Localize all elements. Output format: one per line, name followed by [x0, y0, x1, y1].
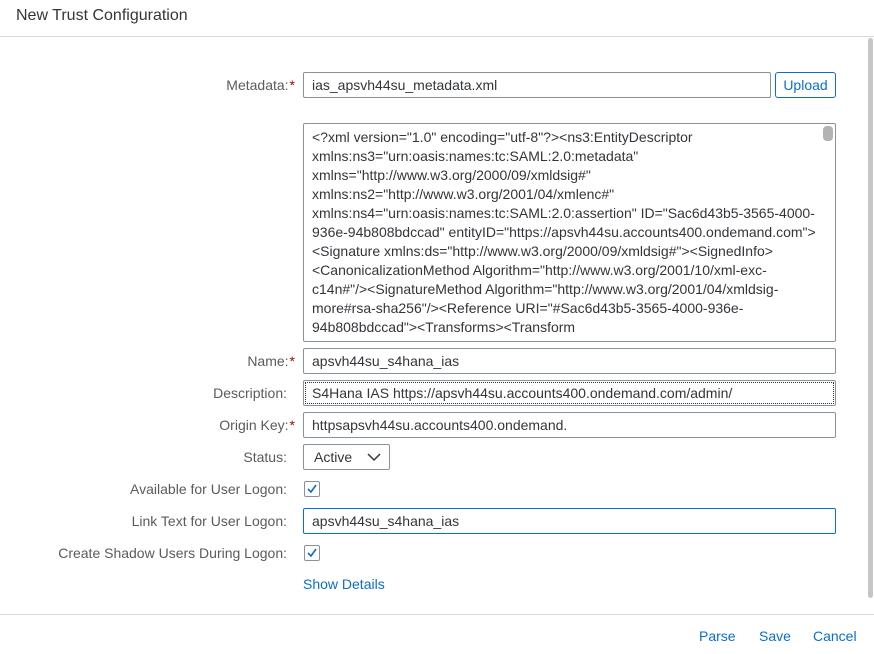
metadata-xml-line: 94b808bdccad"><Transforms><Transform [312, 319, 576, 335]
metadata-label-text: Metadata: [226, 77, 289, 93]
origin-key-label-text: Origin Key: [219, 417, 289, 433]
metadata-xml-line: more#rsa-sha256"/><Reference URI="#Sac6d… [312, 300, 744, 316]
show-details-link[interactable]: Show Details [303, 576, 385, 592]
create-shadow-users-checkbox[interactable] [304, 545, 320, 561]
cancel-button[interactable]: Cancel [813, 628, 857, 644]
name-label: Name:* [247, 353, 295, 369]
metadata-xml-line: c14n#"/><SignatureMethod Algorithm="http… [312, 281, 779, 297]
available-for-user-logon-checkbox[interactable] [304, 481, 320, 497]
metadata-xml-line: <CanonicalizationMethod Algorithm="http:… [312, 262, 767, 278]
available-for-user-logon-label: Available for User Logon: [130, 481, 287, 497]
required-marker: * [289, 77, 295, 93]
metadata-label: Metadata:* [226, 77, 295, 93]
metadata-xml-line: <Signature xmlns:ds="http://www.w3.org/2… [312, 243, 773, 259]
link-text-label: Link Text for User Logon: [131, 513, 287, 529]
required-marker: * [289, 417, 295, 433]
metadata-xml-textarea[interactable]: <?xml version="1.0" encoding="utf-8"?><n… [303, 123, 836, 342]
status-select[interactable]: Active [303, 444, 390, 470]
metadata-file-value: ias_apsvh44su_metadata.xml [312, 77, 498, 93]
status-label: Status: [243, 449, 287, 465]
metadata-xml-line: <?xml version="1.0" encoding="utf-8"?><n… [312, 129, 693, 145]
parse-button[interactable]: Parse [699, 628, 736, 644]
dialog-header: New Trust Configuration [0, 0, 874, 37]
save-button[interactable]: Save [759, 628, 791, 644]
upload-button[interactable]: Upload [775, 72, 836, 98]
description-value: S4Hana IAS https://apsvh44su.accounts400… [312, 385, 733, 401]
link-text-value: apsvh44su_s4hana_ias [312, 513, 460, 529]
description-label: Description: [213, 385, 287, 401]
create-shadow-users-label: Create Shadow Users During Logon: [58, 545, 287, 561]
metadata-xml-line: xmlns:ns3="urn:oasis:names:tc:SAML:2.0:m… [312, 148, 639, 164]
metadata-xml-line: 936e-94b808bdccad" entityID="https://aps… [312, 224, 816, 240]
checkmark-icon [307, 484, 317, 494]
content-scrollbar-thumb[interactable] [868, 38, 873, 598]
metadata-file-input[interactable]: ias_apsvh44su_metadata.xml [303, 72, 771, 98]
link-text-input[interactable]: apsvh44su_s4hana_ias [303, 508, 836, 534]
chevron-down-icon [367, 453, 381, 462]
description-input[interactable]: S4Hana IAS https://apsvh44su.accounts400… [303, 380, 836, 406]
dialog-title: New Trust Configuration [16, 7, 188, 24]
dialog-content: Metadata:* ias_apsvh44su_metadata.xml Up… [0, 38, 874, 614]
name-input[interactable]: apsvh44su_s4hana_ias [303, 348, 836, 374]
metadata-xml-line: xmlns:ns2="http://www.w3.org/2001/04/xml… [312, 186, 615, 202]
origin-key-value: httpsapsvh44su.accounts400.ondemand. [312, 417, 568, 433]
metadata-xml-line: xmlns="http://www.w3.org/2000/09/xmldsig… [312, 167, 591, 183]
metadata-xml-content: <?xml version="1.0" encoding="utf-8"?><n… [312, 128, 816, 337]
name-value: apsvh44su_s4hana_ias [312, 353, 460, 369]
metadata-xml-line: xmlns:ns4="urn:oasis:names:tc:SAML:2.0:a… [312, 205, 815, 221]
content-scrollbar[interactable] [866, 38, 874, 614]
status-value: Active [314, 449, 353, 465]
textarea-scrollbar-thumb[interactable] [823, 126, 833, 141]
trust-configuration-dialog: New Trust Configuration Metadata:* ias_a… [0, 0, 874, 654]
checkmark-icon [307, 548, 317, 558]
dialog-footer: Parse Save Cancel [0, 614, 874, 654]
origin-key-input[interactable]: httpsapsvh44su.accounts400.ondemand. [303, 412, 836, 438]
name-label-text: Name: [247, 353, 289, 369]
required-marker: * [289, 353, 295, 369]
origin-key-label: Origin Key:* [219, 417, 295, 433]
